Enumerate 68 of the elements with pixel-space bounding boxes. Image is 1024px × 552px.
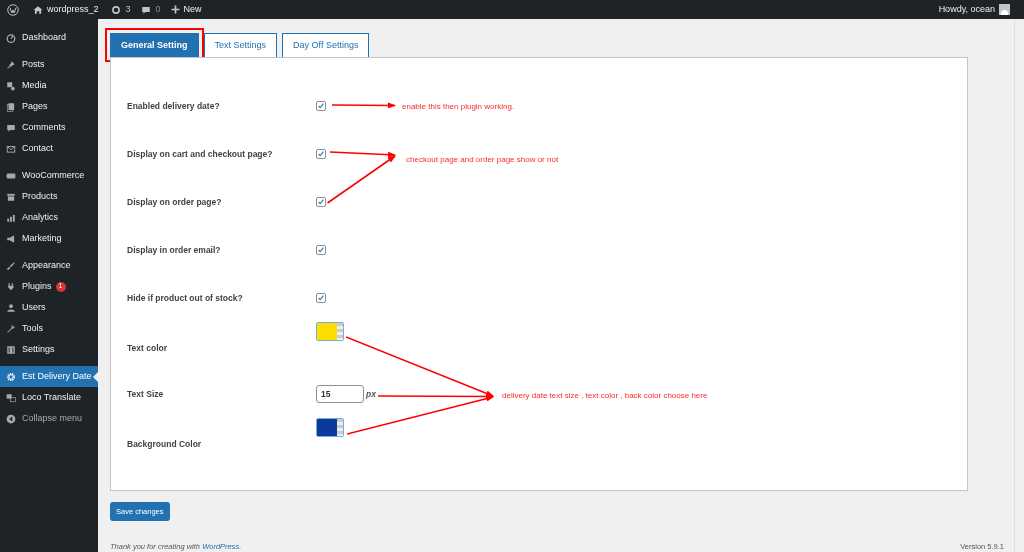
checkbox[interactable]	[316, 149, 326, 159]
setting-label: Display on order page?	[127, 195, 223, 209]
media-icon	[6, 80, 16, 91]
color-picker[interactable]	[316, 322, 344, 341]
annotation-text: delivery date text size , text color , back color choose here	[502, 390, 708, 402]
checkbox[interactable]	[316, 293, 326, 303]
new-link[interactable]: New	[183, 2, 202, 17]
sidebar-item[interactable]: Appearance	[0, 255, 98, 276]
comments-count[interactable]: 0	[155, 2, 161, 17]
sidebar-item[interactable]: Posts	[0, 54, 98, 75]
user-icon	[6, 302, 16, 313]
checkbox[interactable]	[316, 245, 326, 255]
sidebar-item[interactable]: Products	[0, 186, 98, 207]
sidebar-item[interactable]: Dashboard	[0, 27, 98, 48]
translate-icon	[6, 392, 16, 403]
sidebar-item[interactable]: Contact	[0, 138, 98, 159]
collapse-menu-button[interactable]: Collapse menu	[0, 408, 98, 429]
pushpin-icon	[6, 59, 16, 70]
wrench-icon	[6, 323, 16, 334]
updates-count[interactable]: 3	[125, 2, 131, 17]
plus-icon	[170, 5, 180, 14]
sidebar-item[interactable]: Settings	[0, 339, 98, 360]
tab[interactable]: Text Settings	[203, 33, 278, 57]
checkbox[interactable]	[316, 197, 326, 207]
annotation-text: enable this then plugin working.	[402, 101, 515, 113]
home-icon	[33, 4, 43, 15]
checkbox[interactable]	[316, 101, 326, 111]
sidebar-item[interactable]: WooCommerce	[0, 165, 98, 186]
number-field[interactable]: 15	[316, 385, 364, 403]
setting-label: Hide if product out of stock?	[127, 291, 244, 305]
setting-label: Display in order email?	[127, 243, 222, 257]
site-name-link[interactable]: wordpress_2	[47, 2, 99, 17]
box-icon	[6, 191, 16, 202]
sidebar-item[interactable]: Marketing	[0, 228, 98, 249]
megaphone-icon	[6, 233, 16, 244]
sidebar-item[interactable]: Pages	[0, 96, 98, 117]
pages-icon	[6, 101, 16, 112]
annotation-text: checkout page and order page show or not	[406, 154, 559, 166]
sidebar-item[interactable]: Comments	[0, 117, 98, 138]
greeting-link[interactable]: Howdy, ocean	[938, 2, 995, 17]
speech-bubble-icon	[6, 122, 16, 133]
sidebar-item[interactable]: Tools	[0, 318, 98, 339]
arrow	[332, 101, 396, 110]
sidebar-item[interactable]: Loco Translate	[0, 387, 98, 408]
setting-label: Enabled delivery date?	[127, 99, 221, 113]
setting-label: Text Size	[127, 387, 165, 401]
wordpress-logo-icon[interactable]	[7, 3, 19, 16]
color-picker[interactable]	[316, 418, 344, 437]
comment-icon	[140, 4, 151, 15]
envelope-icon	[6, 143, 16, 154]
plug-icon	[6, 281, 16, 292]
avatar-icon[interactable]	[999, 4, 1010, 15]
sidebar-item[interactable]: Est Delivery Date	[0, 366, 98, 387]
gauge-icon	[6, 32, 16, 43]
sidebar-item[interactable]: Users	[0, 297, 98, 318]
brush-icon	[6, 260, 16, 271]
unit-label: px	[366, 387, 376, 401]
settings-icon	[6, 371, 16, 382]
setting-label: Background Color	[127, 438, 203, 451]
sidebar-item[interactable]: Media	[0, 75, 98, 96]
updates-icon	[110, 4, 121, 15]
bar-chart-icon	[6, 212, 16, 223]
sliders-icon	[6, 344, 16, 355]
setting-label: Display on cart and checkout page?	[127, 147, 274, 161]
setting-label: Text color	[127, 342, 168, 355]
collapse-icon	[6, 413, 16, 424]
tab[interactable]: Day Off Settings	[282, 33, 370, 57]
sidebar-item[interactable]: Analytics	[0, 207, 98, 228]
